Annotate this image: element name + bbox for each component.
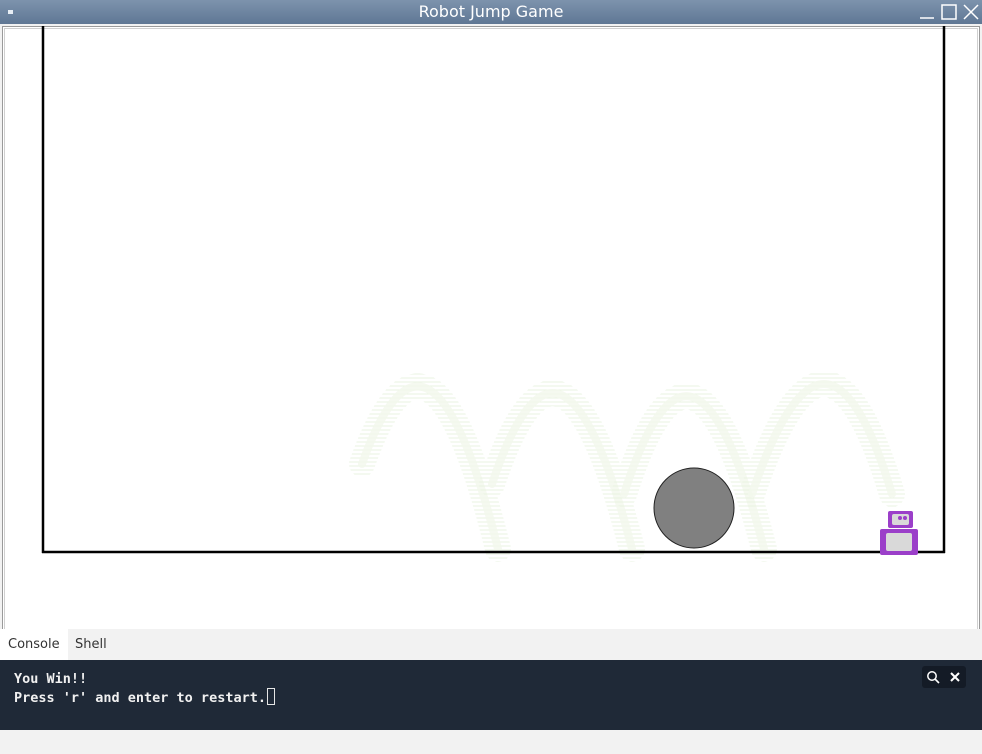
console-line: Press 'r' and enter to restart. [14,690,266,706]
jump-trail [349,371,905,562]
robot-eye [898,516,902,520]
jump-trail-arc [479,380,645,562]
maximize-icon[interactable] [940,3,958,21]
console-output: You Win!! Press 'r' and enter to restart… [14,670,275,707]
window-titlebar: Robot Jump Game [0,0,982,24]
jump-trail-arc [739,371,905,507]
console-line: You Win!! [14,671,88,687]
robot-eye [903,516,907,520]
game-canvas[interactable] [0,24,982,638]
bottom-tabbar: Console Shell [0,629,982,660]
console-search-button[interactable] [922,666,944,688]
window-title: Robot Jump Game [418,2,564,21]
robot-chest-panel [886,533,912,551]
tab-console[interactable]: Console [0,629,68,660]
close-icon [950,672,960,682]
robot-player [880,511,918,555]
close-window-icon[interactable] [962,3,980,21]
search-icon [927,671,940,684]
console-input-cursor[interactable] [266,688,275,705]
system-menu-icon[interactable] [8,10,13,14]
console-close-button[interactable] [944,666,966,688]
console-panel[interactable]: You Win!! Press 'r' and enter to restart… [0,660,982,730]
tab-shell[interactable]: Shell [67,629,115,660]
jump-trail-arc [349,373,511,562]
minimize-icon[interactable] [918,3,936,21]
console-toolbar [922,666,966,688]
ball-obstacle [653,467,735,549]
